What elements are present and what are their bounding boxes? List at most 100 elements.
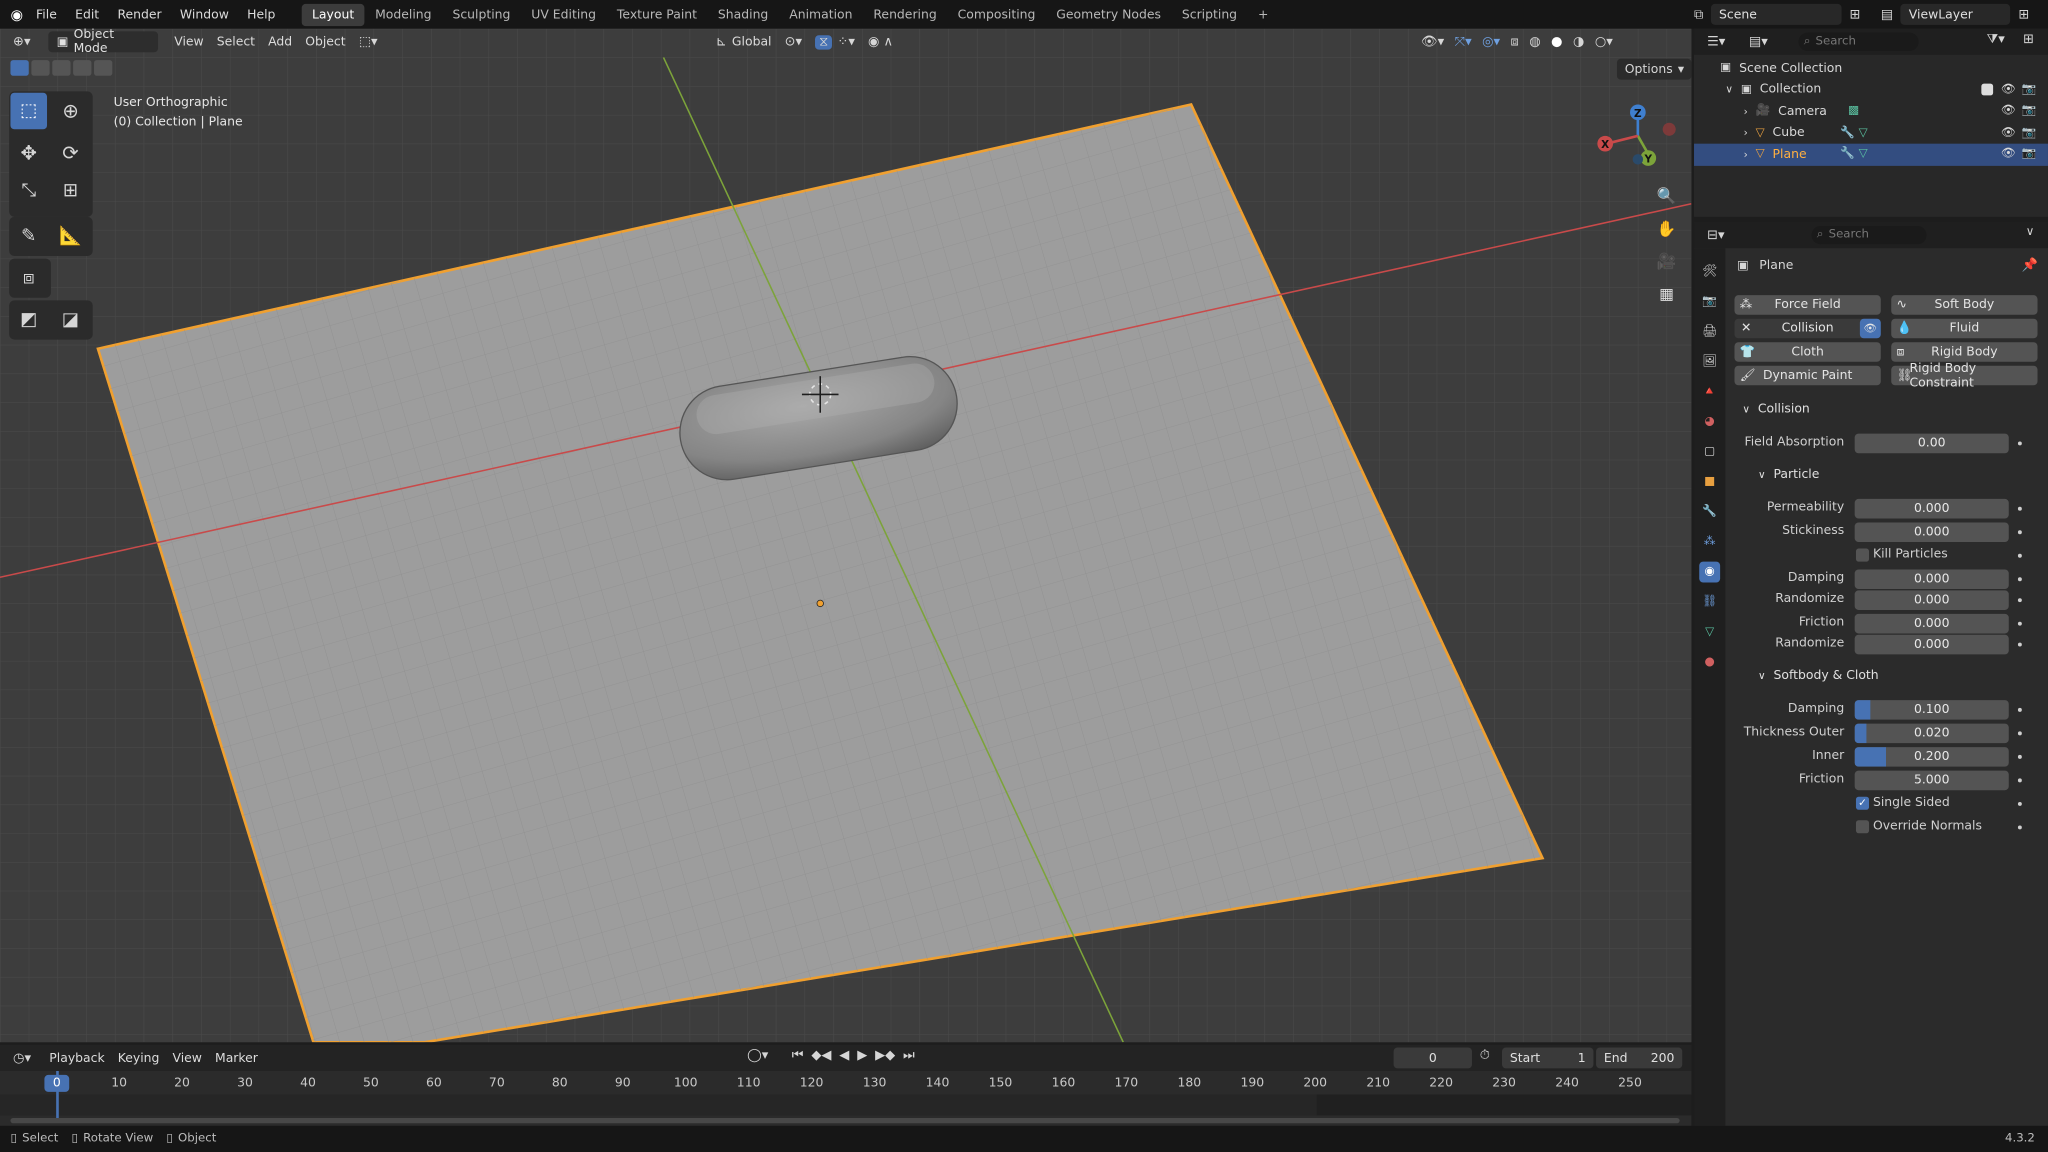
keyframe-dot-icon[interactable]	[2017, 530, 2022, 535]
tab-animation[interactable]: Animation	[779, 3, 863, 25]
tab-rendering[interactable]: Rendering	[863, 3, 947, 25]
tab-scripting[interactable]: Scripting	[1171, 3, 1247, 25]
expand-chevron-icon[interactable]: ›	[1744, 127, 1748, 139]
rendered-shading-icon[interactable]: ○▾	[1595, 35, 1613, 49]
select-new-icon[interactable]	[10, 60, 29, 76]
dynamic-paint-button[interactable]: 🖌 Dynamic Paint	[1734, 365, 1881, 386]
rigid-body-button[interactable]: ⧈ Rigid Body	[1891, 342, 2038, 362]
snap-icon[interactable]: ⧖	[815, 34, 833, 49]
bend-tool[interactable]: ◪	[52, 302, 89, 339]
menu-edit[interactable]: Edit	[75, 7, 99, 21]
new-viewlayer-icon[interactable]: ⊞	[2019, 7, 2030, 21]
menu-file[interactable]: File	[36, 7, 57, 21]
tab-shading[interactable]: Shading	[707, 3, 778, 25]
rigid-body-constraint-button[interactable]: ⛓ Rigid Body Constraint	[1891, 361, 2038, 390]
jump-end-icon[interactable]: ⏭	[903, 1049, 915, 1063]
cube-visibility-icon[interactable]: 👁	[2001, 126, 2016, 139]
cloth-button[interactable]: 👕 Cloth	[1734, 342, 1881, 362]
outliner-item-camera[interactable]: › 🎥 Camera ▩ 👁 📷	[1694, 101, 2048, 123]
properties-options-chevron-icon[interactable]: ∨	[2026, 226, 2035, 239]
collection-visibility-icon[interactable]: 👁	[2001, 83, 2016, 96]
permeability-field[interactable]: 0.000	[1854, 498, 2009, 519]
tab-layout[interactable]: Layout	[301, 3, 365, 26]
particle-section-header[interactable]: ∨ Particle	[1758, 468, 1819, 482]
pivot-icon[interactable]: ⊙▾	[785, 35, 803, 49]
scene-selector[interactable]: ⧉ Scene ⊞	[1694, 3, 1861, 25]
menu-add[interactable]: Add	[268, 35, 292, 49]
cursor-tool[interactable]: ⊕	[52, 93, 89, 130]
start-frame-field[interactable]: Start 1	[1502, 1047, 1594, 1069]
tab-compositing[interactable]: Compositing	[947, 3, 1046, 25]
pin-icon[interactable]: 📌	[2022, 259, 2038, 273]
annotate-tool[interactable]: ✎	[10, 218, 47, 255]
zoom-icon[interactable]: 🔍	[1654, 183, 1680, 209]
collision-section-header[interactable]: ∨ Collision	[1742, 402, 1809, 416]
keyframe-dot-icon[interactable]	[2017, 778, 2022, 783]
menu-marker[interactable]: Marker	[215, 1051, 258, 1065]
mode-dropdown[interactable]: ▣ Object Mode	[48, 27, 159, 56]
expand-chevron-icon[interactable]: ›	[1744, 149, 1748, 161]
jump-start-icon[interactable]: ⏮	[792, 1049, 804, 1063]
single-sided-checkbox[interactable]: ✓	[1855, 796, 1870, 810]
timeline-editor-icon[interactable]: ◷▾	[13, 1051, 31, 1065]
properties-editor-icon[interactable]: ⊟▾	[1707, 228, 1725, 242]
end-frame-field[interactable]: End 200	[1596, 1047, 1683, 1069]
timeline-track[interactable]	[0, 1094, 1317, 1116]
add-workspace-button[interactable]: +	[1248, 3, 1279, 25]
world-tab-icon[interactable]: ◕	[1699, 411, 1720, 432]
menu-select[interactable]: Select	[217, 35, 255, 49]
stickiness-field[interactable]: 0.000	[1854, 522, 2009, 543]
options-dropdown[interactable]: Options ▾	[1616, 58, 1692, 80]
fluid-button[interactable]: 💧 Fluid	[1891, 318, 2038, 339]
field-absorption-field[interactable]: 0.00	[1854, 433, 2009, 454]
overlay-icon[interactable]: ◎▾	[1482, 35, 1500, 49]
menu-help[interactable]: Help	[247, 7, 275, 21]
menu-render[interactable]: Render	[117, 7, 161, 21]
thickness-outer-slider[interactable]: 0.020	[1854, 723, 2009, 744]
menu-playback[interactable]: Playback	[49, 1051, 104, 1065]
pan-hand-icon[interactable]: ✋	[1654, 216, 1680, 242]
kill-particles-checkbox[interactable]	[1855, 548, 1870, 562]
keyframe-dot-icon[interactable]	[2017, 642, 2022, 647]
plane-render-icon[interactable]: 📷	[2022, 148, 2037, 161]
new-collection-icon[interactable]: ⊞	[2023, 33, 2034, 47]
play-reverse-icon[interactable]: ◀	[839, 1049, 849, 1063]
timeline-scrollbar[interactable]	[10, 1118, 1680, 1124]
friction-field[interactable]: 0.000	[1854, 613, 2009, 634]
next-keyframe-icon[interactable]: ▶◆	[875, 1049, 895, 1063]
extra-menu-icon[interactable]: ⬚▾	[359, 35, 378, 49]
collection-tab-icon[interactable]: ▢	[1699, 441, 1720, 462]
output-tab-icon[interactable]: 🖨	[1699, 321, 1720, 342]
collection-row[interactable]: ∨ ▣ Collection 👁 📷	[1694, 79, 2048, 101]
gizmo-toggle-icon[interactable]: ⤧▾	[1455, 35, 1472, 49]
gizmo-neg-z-axis[interactable]	[1632, 154, 1644, 165]
collapse-chevron-icon[interactable]: ∨	[1725, 84, 1733, 96]
play-icon[interactable]: ▶	[857, 1049, 867, 1063]
add-cube-tool[interactable]: ⧈	[10, 260, 47, 297]
keyframe-dot-icon[interactable]	[2017, 707, 2022, 712]
select-extend-icon[interactable]	[31, 60, 50, 76]
viewlayer-selector[interactable]: ▤ ViewLayer ⊞	[1881, 3, 2030, 25]
blender-logo-icon[interactable]: ◉	[10, 6, 23, 23]
constraints-tab-icon[interactable]: ⛓	[1699, 592, 1720, 613]
expand-chevron-icon[interactable]: ›	[1744, 105, 1748, 117]
tab-modeling[interactable]: Modeling	[365, 3, 442, 25]
object-tab-icon[interactable]: ■	[1699, 472, 1720, 493]
keyframe-dot-icon[interactable]	[2017, 825, 2022, 830]
navigation-gizmo[interactable]: Z Y X	[1593, 99, 1684, 177]
select-invert-icon[interactable]	[73, 60, 92, 76]
scale-tool[interactable]: ⤡	[10, 172, 47, 209]
menu-object[interactable]: Object	[305, 35, 345, 49]
outliner-item-plane[interactable]: › ▽ Plane 🔧 ▽ 👁 📷	[1694, 143, 2048, 166]
menu-window[interactable]: Window	[180, 7, 229, 21]
menu-view[interactable]: View	[174, 35, 203, 49]
outliner-item-cube[interactable]: › ▽ Cube 🔧 ▽ 👁 📷	[1694, 122, 2048, 144]
tab-texture-paint[interactable]: Texture Paint	[606, 3, 707, 25]
collision-button[interactable]: ✕ Collision 👁	[1734, 318, 1881, 339]
tool-tab-icon[interactable]: 🛠	[1699, 261, 1720, 282]
force-field-button[interactable]: ⁂ Force Field	[1734, 295, 1881, 315]
measure-tool[interactable]: 📐	[52, 218, 89, 255]
collection-render-icon[interactable]: 📷	[2022, 83, 2037, 96]
camera-visibility-icon[interactable]: 👁	[2001, 105, 2016, 118]
select-intersect-icon[interactable]	[94, 60, 113, 76]
